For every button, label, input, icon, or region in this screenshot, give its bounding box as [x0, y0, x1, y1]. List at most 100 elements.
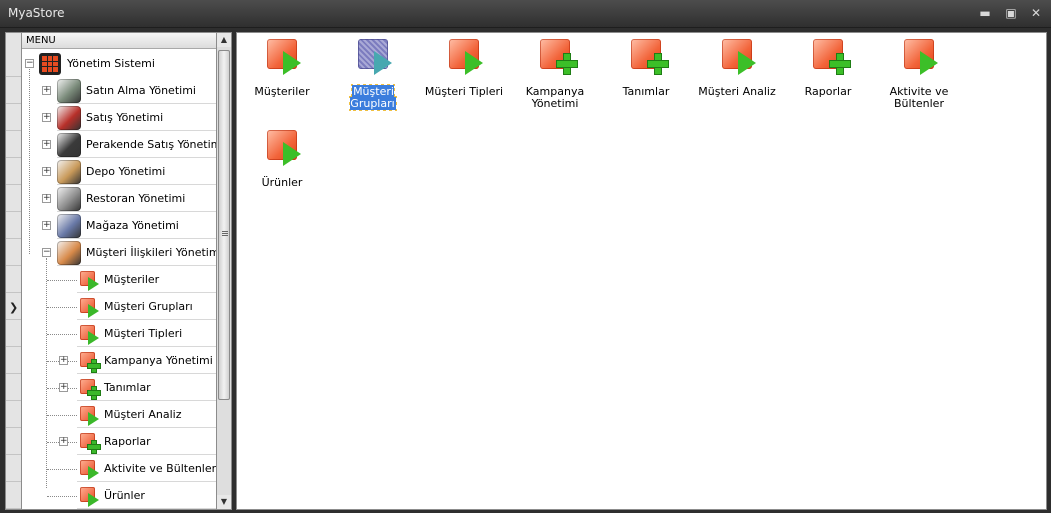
- expand-toggle[interactable]: +: [59, 383, 68, 392]
- tree-item-label: Ürünler: [104, 489, 145, 502]
- content-item-tile[interactable]: Raporlar: [783, 33, 873, 113]
- tree-row-item[interactable]: Ürünler: [22, 482, 216, 509]
- run-item-icon: [267, 130, 307, 170]
- row-separator: [6, 76, 21, 77]
- tree-connector-line: [47, 469, 77, 470]
- content-item-label: Raporlar: [804, 85, 852, 98]
- tree-connector-line: [47, 280, 77, 281]
- expand-toggle[interactable]: +: [42, 113, 51, 122]
- tree-item-label: Müşteriler: [104, 273, 160, 286]
- expand-toggle[interactable]: +: [42, 140, 51, 149]
- tree-row-category[interactable]: − Müşteri İlişkileri Yönetimi: [22, 239, 217, 266]
- expand-toggle[interactable]: +: [42, 86, 51, 95]
- folder-add-icon: [813, 39, 853, 79]
- folder-add-icon: [631, 39, 671, 79]
- tree-row-item[interactable]: Aktivite ve Bültenler: [22, 455, 217, 482]
- sales-icon: [57, 106, 81, 130]
- content-item-label: Müşteri Analiz: [698, 85, 776, 98]
- tree-root-label: Yönetim Sistemi: [67, 57, 155, 70]
- content-item-label-wrap: Müşteriler: [237, 86, 327, 98]
- content-item-label: Müşteri Tipleri: [424, 85, 504, 98]
- content-item-tile[interactable]: Kampanya Yönetimi: [510, 33, 600, 113]
- row-separator: [6, 130, 21, 131]
- content-item-label: Tanımlar: [622, 85, 670, 98]
- retail-icon: [57, 133, 81, 157]
- tree-row-category[interactable]: + Perakende Satış Yönetimi: [22, 131, 216, 158]
- row-separator: [6, 103, 21, 104]
- tree-row-category[interactable]: + Satın Alma Yönetimi: [22, 77, 216, 104]
- row-separator: [6, 211, 21, 212]
- tree-row-item[interactable]: Müşteri Analiz: [22, 401, 216, 428]
- tree-scrollbar[interactable]: ▲ ▼: [217, 32, 232, 510]
- tree-row-category[interactable]: + Restoran Yönetimi: [22, 185, 216, 212]
- content-item-tile[interactable]: Müşteri Tipleri: [419, 33, 509, 113]
- row-separator: [77, 508, 216, 509]
- content-item-tile[interactable]: Müşteriler: [237, 33, 327, 113]
- expand-toggle[interactable]: +: [59, 437, 68, 446]
- tree-connector-line: [47, 496, 77, 497]
- tree-item-label: Aktivite ve Bültenler: [104, 462, 217, 475]
- row-separator: [6, 346, 21, 347]
- scroll-down-button[interactable]: ▼: [217, 495, 231, 509]
- menu-tree: MENU − Yönetim Sistemi + Satın Alma Yönet…: [22, 32, 217, 510]
- tree-row-root[interactable]: − Yönetim Sistemi: [22, 50, 216, 77]
- content-item-label: Müşteri Grupları: [349, 84, 397, 111]
- content-item-label: Müşteriler: [254, 85, 310, 98]
- content-item-label: Aktivite ve Bültenler: [889, 85, 949, 110]
- row-separator: [6, 400, 21, 401]
- tree-item-label: Kampanya Yönetimi: [104, 354, 213, 367]
- scroll-thumb[interactable]: [218, 50, 230, 400]
- scroll-up-button[interactable]: ▲: [217, 33, 231, 47]
- tree-row-category[interactable]: + Mağaza Yönetimi: [22, 212, 216, 239]
- collapse-toggle[interactable]: −: [25, 59, 34, 68]
- run-item-icon: [449, 39, 489, 79]
- run-item-icon: [904, 39, 944, 79]
- tree-row-category[interactable]: + Satış Yönetimi: [22, 104, 216, 131]
- tree-category-label: Restoran Yönetimi: [86, 192, 186, 205]
- content-panel: Müşteriler Müşteri Grupları Müşteri Tipler…: [236, 32, 1047, 510]
- content-item-label-wrap: Müşteri Tipleri: [419, 86, 509, 98]
- tree-item-label: Raporlar: [104, 435, 151, 448]
- warehouse-icon: [57, 160, 81, 184]
- maximize-button[interactable]: ▣: [1002, 5, 1020, 21]
- window-title: MyaStore: [8, 6, 65, 20]
- folder-add-icon: [540, 39, 580, 79]
- content-item-label-wrap: Raporlar: [783, 86, 873, 98]
- tree-row-category[interactable]: + Depo Yönetimi: [22, 158, 216, 185]
- tree-category-label: Satın Alma Yönetimi: [86, 84, 196, 97]
- row-separator: [6, 373, 21, 374]
- tree-row-item[interactable]: + Tanımlar: [22, 374, 216, 401]
- content-item-tile[interactable]: Aktivite ve Bültenler: [874, 33, 964, 113]
- row-separator: [6, 454, 21, 455]
- content-item-tile[interactable]: Müşteri Grupları: [328, 33, 418, 113]
- expand-toggle[interactable]: +: [42, 194, 51, 203]
- title-bar: MyaStore ▬ ▣ ✕: [0, 0, 1051, 28]
- row-separator: [6, 481, 21, 482]
- content-item-tile[interactable]: Ürünler: [237, 124, 327, 204]
- run-item-icon: [722, 39, 762, 79]
- folder-add-icon: [80, 433, 100, 453]
- row-separator: [6, 157, 21, 158]
- tree-category-label: Depo Yönetimi: [86, 165, 166, 178]
- tree-row-item[interactable]: Müşteri Tipleri: [22, 320, 216, 347]
- close-button[interactable]: ✕: [1027, 5, 1045, 21]
- tree-row-item[interactable]: Müşteriler: [22, 266, 216, 293]
- grid-app-icon: [39, 53, 61, 75]
- tree-category-label: Müşteri İlişkileri Yönetimi: [86, 246, 217, 259]
- content-item-label-wrap: Müşteri Grupları: [328, 84, 418, 111]
- minimize-button[interactable]: ▬: [976, 5, 994, 21]
- content-item-tile[interactable]: Tanımlar: [601, 33, 691, 113]
- expand-toggle[interactable]: +: [42, 167, 51, 176]
- tree-row-item[interactable]: + Raporlar: [22, 428, 216, 455]
- window-frame: ❯ MENU − Yönetim Sistemi + Satın Alma Yön…: [0, 28, 1051, 513]
- run-item-icon: [80, 271, 100, 291]
- store-icon: [57, 214, 81, 238]
- collapse-toggle[interactable]: −: [42, 248, 51, 257]
- tree-row-item[interactable]: + Kampanya Yönetimi: [22, 347, 216, 374]
- content-item-tile[interactable]: Müşteri Analiz: [692, 33, 782, 113]
- row-separator: [6, 427, 21, 428]
- tree-row-item[interactable]: Müşteri Grupları: [22, 293, 216, 320]
- expand-toggle[interactable]: +: [42, 221, 51, 230]
- expand-toggle[interactable]: +: [59, 356, 68, 365]
- folder-add-icon: [80, 352, 100, 372]
